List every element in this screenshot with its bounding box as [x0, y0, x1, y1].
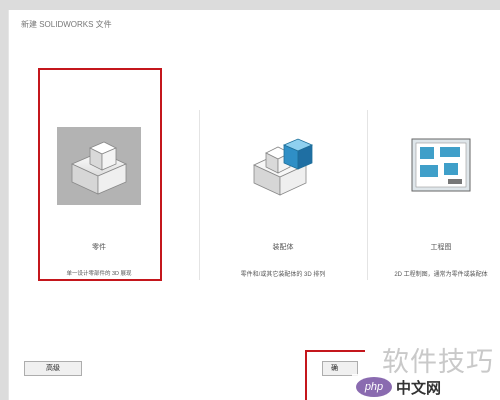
drawing-icon — [397, 127, 485, 203]
option-drawing[interactable]: 工程图 2D 工程制图，通常为零件或装配体 — [371, 95, 500, 290]
assembly-icon — [239, 127, 327, 203]
watermark-logo: php 中文网 — [352, 374, 500, 400]
option-label: 工程图 — [430, 244, 452, 251]
part-icon — [57, 127, 141, 205]
watermark-site-label: 中文网 — [396, 379, 442, 397]
advanced-button[interactable]: 高级 — [24, 361, 82, 376]
option-assembly[interactable]: 装配体 零件和/或其它装配体的 3D 排列 — [203, 95, 363, 290]
option-label: 零件 — [92, 244, 106, 251]
separator — [199, 110, 200, 280]
option-description: 单一设计零部件的 3D 展现 — [66, 271, 132, 277]
option-description: 零件和/或其它装配体的 3D 排列 — [240, 272, 326, 278]
document-type-options: 零件 单一设计零部件的 3D 展现 装配体 零件和/或其它装配体的 3D 排列 … — [9, 95, 500, 290]
php-logo-icon: php — [356, 377, 392, 397]
separator — [367, 110, 368, 280]
dialog-title: 新建 SOLIDWORKS 文件 — [21, 20, 112, 29]
option-label: 装配体 — [272, 244, 294, 251]
option-description: 2D 工程制图，通常为零件或装配体 — [394, 272, 488, 278]
option-part[interactable]: 零件 单一设计零部件的 3D 展现 — [39, 95, 159, 290]
